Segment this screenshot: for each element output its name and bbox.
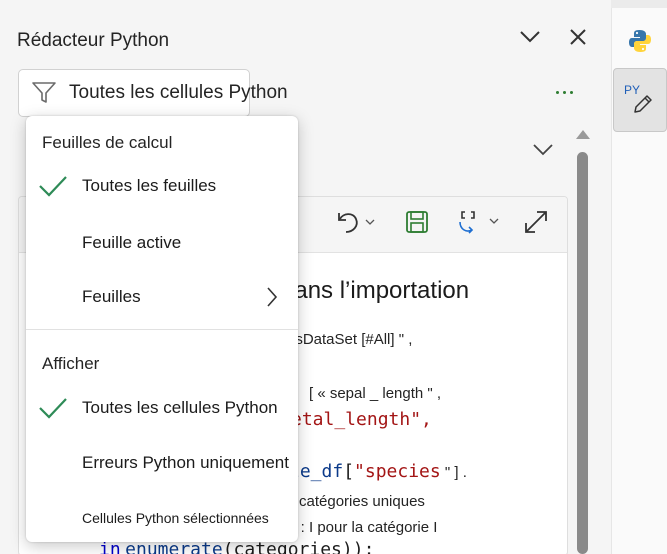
code-token-bracket: [ xyxy=(343,461,355,482)
code-comment: y : I pour la catégorie I xyxy=(289,519,438,536)
expand-button[interactable] xyxy=(523,209,549,239)
checkmark-icon xyxy=(38,174,68,198)
menu-item-label: Feuilles xyxy=(82,287,141,306)
scrollbar-up-arrow[interactable] xyxy=(576,130,590,139)
menu-item-label: Toutes les feuilles xyxy=(82,176,217,195)
save-button[interactable] xyxy=(405,209,429,239)
code-heading-fragment: dans l’importation xyxy=(281,277,470,304)
python-logo-icon xyxy=(627,28,653,59)
code-token-close: " ] . xyxy=(440,464,467,481)
side-rail: PY xyxy=(611,8,667,554)
close-pane-button[interactable] xyxy=(565,26,591,52)
chevron-right-icon xyxy=(266,286,278,308)
expand-icon xyxy=(523,209,549,240)
menu-section-header: Feuilles de calcul xyxy=(42,133,173,152)
menu-item-label: Cellules Python sélectionnées xyxy=(82,510,269,526)
menu-item-all-sheets[interactable]: Toutes les feuilles xyxy=(26,164,298,208)
more-dot-icon xyxy=(562,90,566,94)
code-line: etal_length", xyxy=(291,409,432,430)
chevron-down-icon xyxy=(519,30,541,49)
code-comment: catégories uniques xyxy=(299,493,425,510)
save-icon xyxy=(405,210,429,239)
more-dot-icon xyxy=(555,90,559,94)
pane-title: Rédacteur Python xyxy=(17,30,170,51)
section-collapse-chevron[interactable] xyxy=(530,140,556,164)
menu-item-label: Erreurs Python uniquement xyxy=(82,453,289,472)
chevron-down-icon xyxy=(532,143,554,161)
close-icon xyxy=(569,28,587,51)
menu-item-selected-python-cells[interactable]: Cellules Python sélectionnées xyxy=(26,496,298,540)
python-editor-icon: PY xyxy=(624,83,656,117)
code-line: [ « sepal _ length " , xyxy=(309,385,442,402)
more-options-button[interactable] xyxy=(549,82,579,102)
undo-button[interactable] xyxy=(333,209,377,239)
menu-divider xyxy=(26,329,298,330)
code-line: risDataSet [#All] " , xyxy=(287,331,413,348)
refresh-range-icon xyxy=(453,208,501,241)
filter-icon xyxy=(31,81,57,105)
menu-item-all-python-cells[interactable]: Toutes les cellules Python xyxy=(26,386,298,430)
filter-dropdown-menu: Feuilles de calcul Toutes les feuilles F… xyxy=(26,116,298,542)
collapse-pane-button[interactable] xyxy=(517,26,543,52)
menu-item-label: Feuille active xyxy=(82,233,182,252)
python-editor-rail-button[interactable]: PY xyxy=(613,68,667,132)
menu-item-python-errors-only[interactable]: Erreurs Python uniquement xyxy=(26,441,298,485)
code-token-string: "species xyxy=(354,461,441,482)
filter-dropdown-button[interactable]: Toutes les cellules Python xyxy=(18,69,288,117)
filter-label: Toutes les cellules Python xyxy=(69,82,288,103)
python-logo-button[interactable] xyxy=(612,14,667,72)
scrollbar-thumb[interactable] xyxy=(577,152,588,554)
menu-section-header: Afficher xyxy=(42,354,100,373)
code-line: le_df["species " ] . xyxy=(289,461,467,482)
menu-item-label: Toutes les cellules Python xyxy=(82,398,278,417)
menu-item-sheets[interactable]: Feuilles xyxy=(26,275,298,319)
reset-range-button[interactable] xyxy=(453,209,501,239)
checkmark-icon xyxy=(38,396,68,420)
menu-item-active-sheet[interactable]: Feuille active xyxy=(26,221,298,265)
undo-icon xyxy=(333,209,377,240)
more-dot-icon xyxy=(569,90,573,94)
